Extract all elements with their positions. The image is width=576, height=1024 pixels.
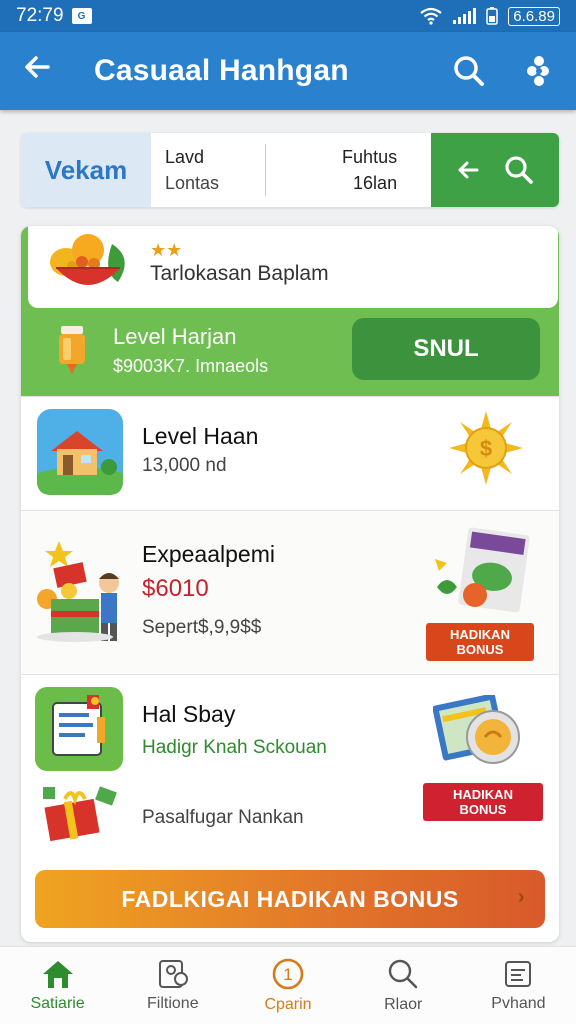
- promo-title: Tarlokasan Baplam: [150, 262, 329, 285]
- brand-logo-text: Vekam: [44, 154, 128, 185]
- item-price: $6010: [142, 575, 209, 602]
- home-icon: [42, 960, 73, 988]
- filter-divider: [265, 144, 267, 196]
- search-icon: [389, 959, 418, 988]
- arrow-left-icon: [458, 161, 479, 179]
- battery-icon: [486, 7, 499, 25]
- fruit-bowl-icon: [50, 234, 125, 285]
- jar-icon: [59, 326, 85, 374]
- item-title: Hal Sbay: [142, 701, 236, 727]
- item-title: Expeaalpemi: [142, 541, 275, 567]
- gift-box-icon: [43, 786, 117, 842]
- house-icon: [37, 409, 123, 495]
- puzzle-icon[interactable]: [524, 54, 554, 88]
- nav-item-rlaor[interactable]: Rlaor: [346, 947, 461, 1024]
- svg-text:1: 1: [283, 965, 292, 984]
- page-title: Casuaal Hanhgan: [94, 54, 349, 87]
- filter-option-2-sub: 16lan: [353, 173, 398, 193]
- nav-label: Rlaor: [384, 995, 423, 1013]
- back-arrow-icon: [25, 55, 50, 78]
- sun-coin-icon: $: [449, 411, 523, 485]
- coin-icon: 1: [272, 958, 304, 989]
- document-icon: [505, 960, 532, 987]
- chevron-right-icon: ›: [517, 886, 525, 908]
- checklist-app-icon: [35, 687, 123, 771]
- nav-label: Pvhand: [491, 994, 546, 1012]
- snul-button[interactable]: SNUL: [352, 318, 540, 380]
- back-button[interactable]: [22, 52, 62, 91]
- brand-logo[interactable]: Vekam: [21, 133, 151, 207]
- filter-bar: Vekam Lavd Lontas Fuhtus 16lan: [21, 133, 559, 207]
- profile-card-icon: [158, 959, 188, 988]
- list-item-expeaalpemi[interactable]: Expeaalpemi $6010 Sepert$,9,9$$ HADIKAN …: [21, 510, 559, 674]
- level-title: Level Harjan: [113, 324, 237, 349]
- nav-item-pvhand[interactable]: Pvhand: [461, 947, 576, 1024]
- bottom-nav: Satiarie Filtione 1 Cparin Rlaor Pvhand: [0, 946, 576, 1024]
- app-bar: Casuaal Hanhgan: [0, 32, 576, 110]
- item-subtitle: 13,000 nd: [142, 455, 227, 476]
- search-icon[interactable]: [452, 54, 486, 88]
- nav-item-cparin[interactable]: 1 Cparin: [230, 947, 345, 1024]
- filter-option-1-sub: Lontas: [165, 173, 220, 193]
- claim-bonus-label: FADLKIGAI HADIKAN BONUS: [121, 885, 459, 912]
- gift-character-icon: [37, 541, 119, 642]
- main-card: ★★ Tarlokasan Baplam Level Harjan $9003K…: [21, 226, 559, 942]
- nav-label: Satiarie: [30, 994, 85, 1012]
- filter-option-2[interactable]: Fuhtus 16lan: [342, 144, 397, 196]
- nav-item-filtione[interactable]: Filtione: [115, 947, 230, 1024]
- filter-option-1[interactable]: Lavd Lontas: [151, 144, 219, 196]
- rating-stars: ★★: [150, 240, 183, 260]
- item-title: Level Haan: [142, 423, 259, 449]
- status-time: 72:79: [16, 5, 64, 26]
- search-icon: [505, 156, 533, 184]
- promo-banner[interactable]: ★★ Tarlokasan Baplam: [28, 226, 558, 308]
- wifi-icon: [420, 7, 442, 25]
- filter-option-2-title: Fuhtus: [342, 147, 398, 167]
- item-highlight: Hadigr Knah Sckouan: [142, 737, 327, 758]
- signal-icon: [453, 8, 477, 24]
- bonus-pack-icon: [435, 527, 530, 613]
- claim-bonus-button[interactable]: FADLKIGAI HADIKAN BONUS ›: [35, 870, 545, 928]
- bonus-badge: HADIKAN BONUS: [423, 783, 543, 821]
- nav-label: Cparin: [264, 995, 312, 1013]
- status-right: 6.6.89: [419, 6, 560, 26]
- nav-item-satiarie[interactable]: Satiarie: [0, 947, 115, 1024]
- list-item-level-haan[interactable]: Level Haan 13,000 nd $: [21, 396, 559, 510]
- bonus-badge: HADIKAN BONUS: [426, 623, 534, 661]
- status-bar: 72:79 G 6.6.89: [0, 0, 576, 32]
- app-bar-actions: [452, 54, 554, 88]
- nav-label: Filtione: [147, 994, 199, 1012]
- filter-search-button[interactable]: [431, 133, 559, 207]
- level-subtitle: $9003K7. Imnaeols: [113, 356, 269, 376]
- filter-option-1-title: Lavd: [165, 147, 205, 167]
- notification-icon: G: [71, 8, 92, 24]
- battery-percentage: 6.6.89: [508, 6, 560, 26]
- svg-text:$: $: [480, 436, 492, 461]
- item-subtitle: Sepert$,9,9$$: [142, 617, 262, 638]
- coin-book-icon: [433, 695, 520, 764]
- item-subtitle: Pasalfugar Nankan: [142, 807, 304, 828]
